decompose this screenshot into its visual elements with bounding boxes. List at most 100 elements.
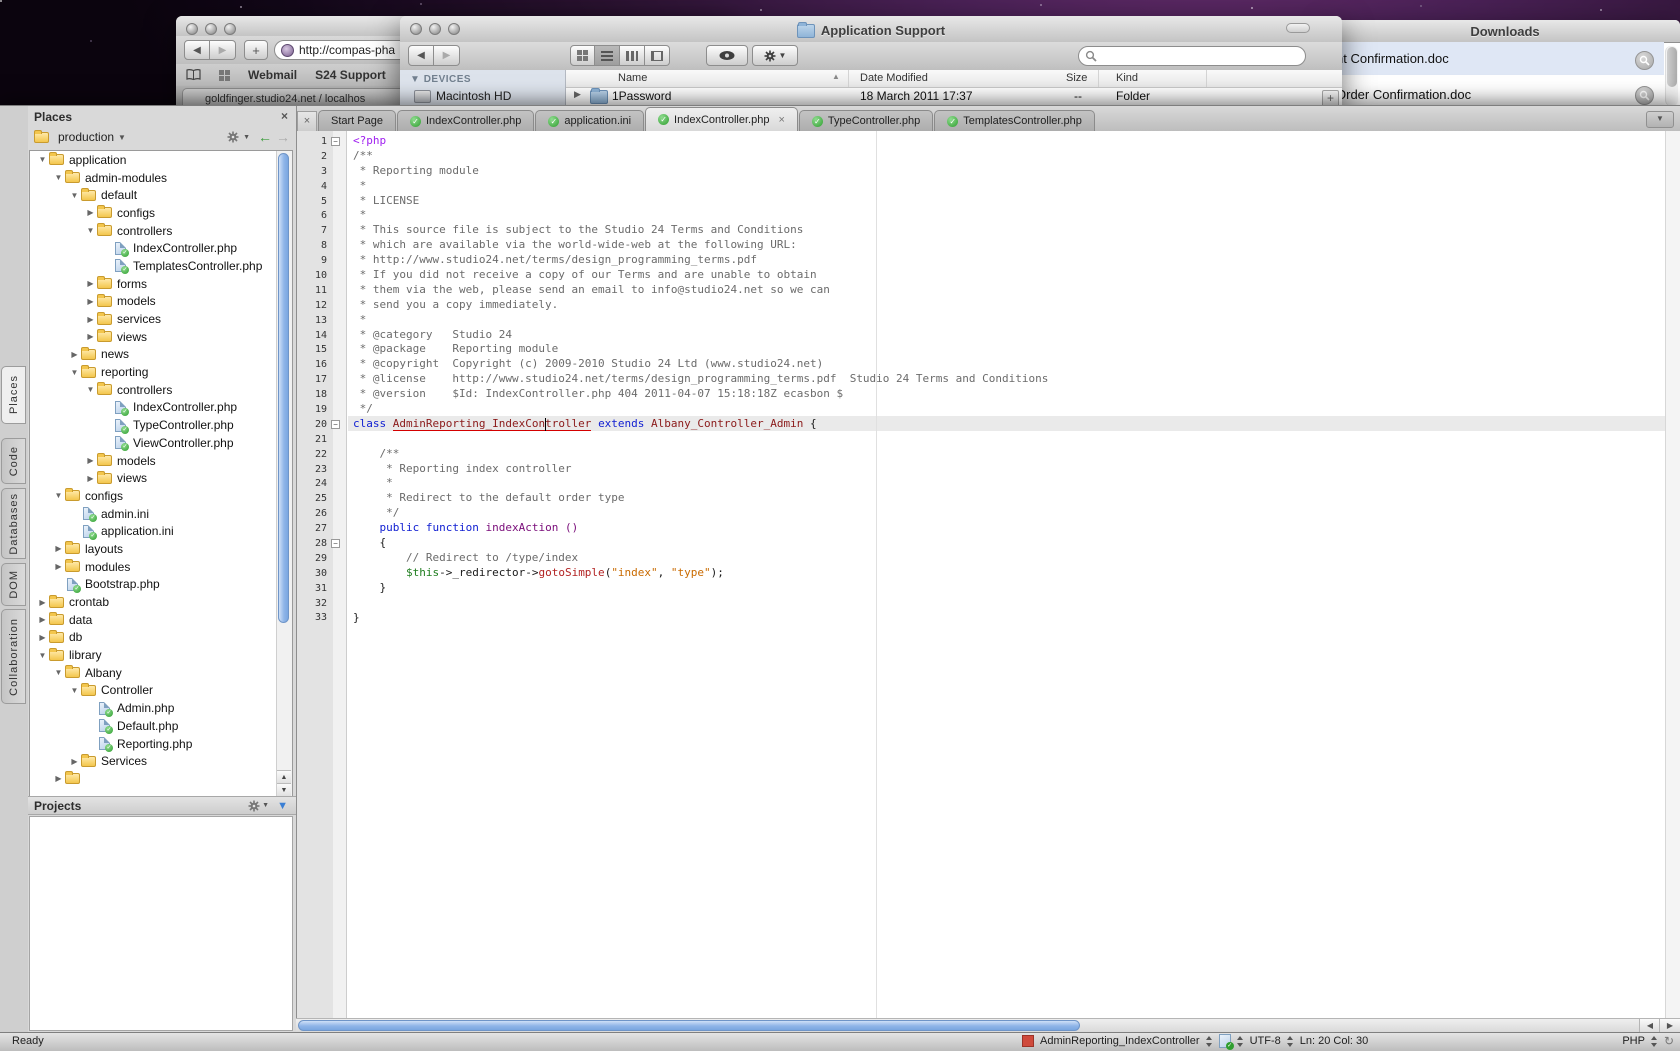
code-line-9[interactable]: * http://www.studio24.net/terms/design_p…: [353, 253, 1665, 268]
bookmark-item[interactable]: S24 Support: [315, 68, 386, 82]
tree-item-data[interactable]: ▶data: [30, 611, 276, 629]
code-line-6[interactable]: *: [353, 208, 1665, 223]
column-header-name[interactable]: Name: [618, 72, 647, 84]
tree-item-admin-modules[interactable]: ▼admin-modules: [30, 169, 276, 187]
side-tab-collaboration[interactable]: Collaboration: [1, 609, 26, 704]
code-line-7[interactable]: * This source file is subject to the Stu…: [353, 223, 1665, 238]
code-line-1[interactable]: <?php: [353, 134, 1665, 149]
close-tab-icon[interactable]: ×: [778, 114, 784, 126]
zoom-window-button[interactable]: [224, 23, 236, 35]
code-line-15[interactable]: * @package Reporting module: [353, 342, 1665, 357]
bookmark-item[interactable]: Webmail: [248, 68, 297, 82]
line-number[interactable]: 30: [297, 568, 327, 579]
tree-item-library[interactable]: ▼library: [30, 646, 276, 664]
line-number[interactable]: 32: [297, 598, 327, 609]
tree-item-Bootstrap.php[interactable]: ✓Bootstrap.php: [30, 576, 276, 594]
tree-item-admin.ini[interactable]: ✓admin.ini: [30, 505, 276, 523]
top-sites-icon[interactable]: [219, 70, 230, 81]
code-text[interactable]: <?php/** * Reporting module * * LICENSE …: [353, 134, 1665, 625]
tree-item-TypeController.php[interactable]: ✓TypeController.php: [30, 416, 276, 434]
code-line-25[interactable]: * Redirect to the default order type: [353, 491, 1665, 506]
collapse-icon[interactable]: ▼: [68, 368, 81, 377]
code-line-5[interactable]: * LICENSE: [353, 194, 1665, 209]
code-line-28[interactable]: {: [353, 536, 1665, 551]
line-number[interactable]: 5: [297, 196, 327, 207]
line-number[interactable]: 15: [297, 344, 327, 355]
code-line-24[interactable]: *: [353, 476, 1665, 491]
minimize-window-button[interactable]: [205, 23, 217, 35]
line-number[interactable]: 24: [297, 478, 327, 489]
code-line-30[interactable]: $this->_redirector->gotoSimple("index", …: [353, 566, 1665, 581]
line-number[interactable]: 27: [297, 523, 327, 534]
collapse-icon[interactable]: ▼: [36, 651, 49, 660]
tree-item-Controller[interactable]: ▼Controller: [30, 682, 276, 700]
line-number[interactable]: 17: [297, 374, 327, 385]
line-number[interactable]: 19: [297, 404, 327, 415]
tree-item-crontab[interactable]: ▶crontab: [30, 593, 276, 611]
tree-item-TemplatesController.php[interactable]: ✓TemplatesController.php: [30, 257, 276, 275]
code-line-19[interactable]: */: [353, 402, 1665, 417]
line-number[interactable]: 13: [297, 315, 327, 326]
code-line-4[interactable]: *: [353, 179, 1665, 194]
places-back-button[interactable]: ←: [258, 129, 272, 145]
scroll-down-arrow[interactable]: ▼: [277, 783, 291, 797]
line-number[interactable]: 10: [297, 270, 327, 281]
line-number[interactable]: 33: [297, 612, 327, 623]
line-number[interactable]: 29: [297, 553, 327, 564]
sidebar-item-macintosh-hd[interactable]: Macintosh HD: [400, 87, 565, 105]
expand-icon[interactable]: ▶: [36, 598, 49, 607]
language-mode[interactable]: PHP: [1622, 1035, 1645, 1047]
tree-item-default[interactable]: ▼default: [30, 186, 276, 204]
stepper-icon[interactable]: [1287, 1036, 1294, 1047]
tree-item-layouts[interactable]: ▶layouts: [30, 540, 276, 558]
scroll-right-arrow[interactable]: ▶: [1659, 1019, 1680, 1032]
tree-item-models[interactable]: ▶models: [30, 452, 276, 470]
expand-icon[interactable]: ▶: [68, 757, 81, 766]
chevron-down-icon[interactable]: ▼: [262, 802, 269, 809]
scrollbar-thumb[interactable]: [278, 153, 289, 623]
scroll-left-arrow[interactable]: ◀: [1639, 1019, 1660, 1032]
tab-overflow-menu-button[interactable]: ▼: [1646, 111, 1674, 128]
tree-item-views[interactable]: ▶views: [30, 469, 276, 487]
code-line-31[interactable]: }: [353, 581, 1665, 596]
icon-view-button[interactable]: [570, 45, 595, 66]
code-line-32[interactable]: [353, 596, 1665, 611]
tree-item-db[interactable]: ▶db: [30, 629, 276, 647]
column-header-date[interactable]: Date Modified: [860, 72, 928, 84]
code-line-12[interactable]: * send you a copy immediately.: [353, 298, 1665, 313]
code-line-2[interactable]: /**: [353, 149, 1665, 164]
forward-button[interactable]: ▶: [434, 45, 460, 66]
action-menu-button[interactable]: ▼: [752, 45, 798, 66]
expand-icon[interactable]: ▶: [52, 544, 65, 553]
tree-item-Reporting.php[interactable]: ✓Reporting.php: [30, 735, 276, 753]
tree-item-ViewController.php[interactable]: ✓ViewController.php: [30, 434, 276, 452]
download-item[interactable]: nt Confirmation.doc: [1330, 42, 1664, 75]
expand-icon[interactable]: ▶: [52, 562, 65, 571]
editor-horizontal-scrollbar[interactable]: ◀ ▶: [296, 1018, 1680, 1033]
line-number[interactable]: 16: [297, 359, 327, 370]
code-line-11[interactable]: * them via the web, please send an email…: [353, 283, 1665, 298]
code-line-16[interactable]: * @copyright Copyright (c) 2009-2010 Stu…: [353, 357, 1665, 372]
tree-item-IndexController.php[interactable]: ✓IndexController.php: [30, 239, 276, 257]
tree-item-Services[interactable]: ▶Services: [30, 752, 276, 770]
column-view-button[interactable]: [620, 45, 645, 66]
expand-icon[interactable]: ▶: [36, 633, 49, 642]
code-line-3[interactable]: * Reporting module: [353, 164, 1665, 179]
stepper-icon[interactable]: [1651, 1036, 1658, 1047]
side-tab-databases[interactable]: Databases: [1, 488, 26, 559]
projects-panel-body[interactable]: [29, 816, 293, 1031]
line-number[interactable]: 20: [297, 419, 327, 430]
code-line-29[interactable]: // Redirect to /type/index: [353, 551, 1665, 566]
finder-search-field[interactable]: [1078, 46, 1306, 66]
expand-icon[interactable]: ▶: [84, 297, 97, 306]
toolbar-toggle-lozenge[interactable]: [1286, 23, 1310, 33]
line-number[interactable]: 8: [297, 240, 327, 251]
current-class-name[interactable]: AdminReporting_IndexController: [1040, 1035, 1200, 1047]
tree-scrollbar[interactable]: ▲ ▼: [276, 151, 292, 797]
tree-item-Albany[interactable]: ▼Albany: [30, 664, 276, 682]
code-line-33[interactable]: }: [353, 611, 1665, 626]
code-line-10[interactable]: * If you did not receive a copy of our T…: [353, 268, 1665, 283]
code-line-26[interactable]: */: [353, 506, 1665, 521]
expand-icon[interactable]: ▶: [36, 615, 49, 624]
line-number[interactable]: 7: [297, 225, 327, 236]
